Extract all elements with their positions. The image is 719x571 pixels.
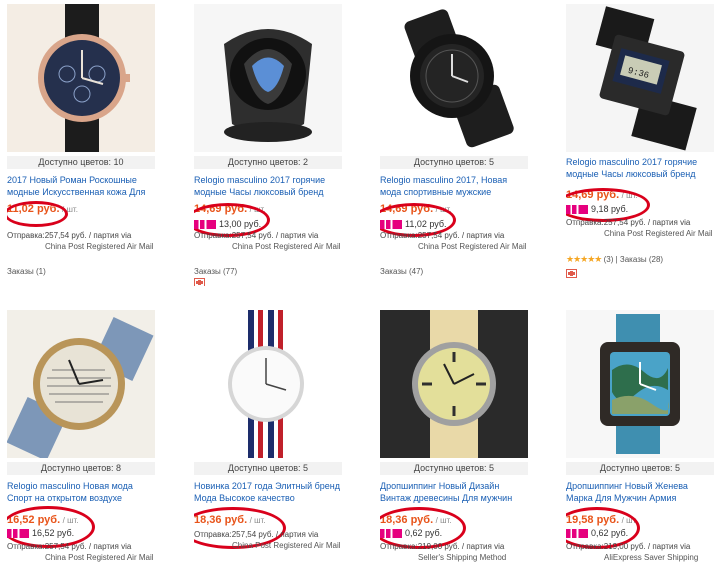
product-title[interactable]: Новинка 2017 года Элитный бренд Мода Выс… (194, 480, 344, 504)
sale-price: 16,52 руб. (32, 528, 75, 538)
shipping-cost: Отправка:257,54 руб. / партия via (566, 218, 691, 227)
price: 16,52 руб. (7, 514, 61, 526)
product-title[interactable]: Дропшиппинг Новый Женева Марка Для Мужчи… (566, 480, 716, 504)
sale-row: 9,18 руб. (566, 204, 628, 216)
sale-badge-icon (7, 529, 29, 539)
available-colors: Доступно цветов: 5 (566, 462, 714, 475)
shipping-cost: Отправка:257,54 руб. / партия via (194, 231, 319, 240)
price: 18,36 руб. (380, 514, 434, 526)
shipping-method: China Post Registered Air Mail (418, 242, 527, 251)
sale-badge-icon (566, 205, 588, 215)
sale-price: 0,62 руб. (405, 528, 443, 538)
price: 14,69 руб. (194, 203, 248, 215)
price-unit: / шт. (249, 205, 266, 214)
product-image[interactable] (380, 310, 528, 458)
product-card-7[interactable]: Доступно цветов: 5 Дропшиппинг Новый Диз… (380, 310, 550, 571)
product-card-5[interactable]: Доступно цветов: 8 Relogio masculino Нов… (7, 310, 177, 571)
product-card-1[interactable]: Доступно цветов: 10 2017 Новый Роман Рос… (7, 4, 177, 286)
product-title[interactable]: Relogio masculino 2017, Новая мода спорт… (380, 174, 530, 198)
shipping-cost: Отправка:257,54 руб. / партия via (7, 231, 132, 240)
product-card-3[interactable]: Доступно цветов: 5 Relogio masculino 201… (380, 4, 550, 286)
sale-price: 13,00 руб. (219, 219, 262, 229)
price-unit: / шт. (62, 205, 78, 214)
sale-badge-icon (380, 220, 402, 230)
orders-count[interactable]: ★★★★★ (3) | Заказы (28) (566, 254, 663, 265)
available-colors: Доступно цветов: 2 (194, 156, 342, 169)
price: 19,58 руб. (566, 514, 620, 526)
shipping-cost: Отправка:219,00 руб. / партия via (566, 542, 691, 551)
product-title[interactable]: Relogio masculino Новая мода Спорт на от… (7, 480, 157, 504)
shipping-method: China Post Registered Air Mail (232, 242, 341, 251)
sale-price: 0,62 руб. (591, 528, 629, 538)
product-image[interactable] (7, 4, 155, 152)
product-card-6[interactable]: Доступно цветов: 5 Новинка 2017 года Эли… (194, 310, 364, 571)
shipping-cost: Отправка:257,54 руб. / партия via (194, 530, 319, 539)
orders-count[interactable]: Заказы (47) (380, 266, 423, 277)
price-row: 14,69 руб. / шт. (380, 204, 452, 220)
rating-and-orders: (3) | Заказы (28) (603, 255, 664, 264)
product-image[interactable] (566, 310, 714, 458)
price-unit: / шт. (62, 516, 79, 525)
sale-row: 0,62 руб. (380, 528, 442, 540)
price: 14,69 руб. (380, 203, 434, 215)
sale-badge-icon (566, 529, 588, 539)
orders-count[interactable]: Заказы (1) (7, 266, 46, 277)
shipping-cost: Отправка:219,00 руб. / партия via (380, 542, 505, 551)
price: 18,36 руб. (194, 514, 248, 526)
shipping-method: AliExpress Saver Shipping (604, 553, 699, 562)
product-card-2[interactable]: Доступно цветов: 2 Relogio masculino 201… (194, 4, 364, 286)
available-colors: Доступно цветов: 5 (194, 462, 342, 475)
product-title[interactable]: Relogio masculino 2017 горячие модные Ча… (194, 174, 344, 198)
product-card-4[interactable]: 9:36 Relogio masculino 2017 горячие модн… (566, 4, 719, 294)
product-title[interactable]: Relogio masculino 2017 горячие модные Ча… (566, 156, 716, 180)
orders-count[interactable]: Заказы (77) (194, 266, 237, 277)
product-image[interactable] (194, 310, 342, 458)
sale-badge-icon (194, 220, 216, 230)
shipping-method: China Post Registered Air Mail (232, 541, 341, 550)
product-title[interactable]: Дропшиппинг Новый Дизайн Винтаж древесин… (380, 480, 530, 504)
sale-row: 0,62 руб. (566, 528, 628, 540)
product-image[interactable] (7, 310, 155, 458)
sale-row: 16,52 руб. (7, 528, 74, 540)
rating-stars-icon: ★★★★★ (566, 254, 602, 264)
available-colors: Доступно цветов: 5 (380, 462, 528, 475)
shipping-cost: Отправка:257,54 руб. / партия via (380, 231, 505, 240)
price-row: 11,02 руб. / шт. (7, 204, 78, 220)
available-colors: Доступно цветов: 10 (7, 156, 155, 169)
product-card-8[interactable]: Доступно цветов: 5 Дропшиппинг Новый Жен… (566, 310, 719, 571)
sale-badge-icon (380, 529, 402, 539)
product-image[interactable] (194, 4, 342, 152)
sale-price: 9,18 руб. (591, 204, 629, 214)
shipping-cost: Отправка:257,54 руб. / партия via (7, 542, 132, 551)
price-unit: / шт. (621, 191, 638, 200)
product-image[interactable]: 9:36 (566, 4, 714, 152)
available-colors: Доступно цветов: 8 (7, 462, 155, 475)
sale-price: 11,02 руб. (405, 219, 447, 229)
price-unit: / шт. (249, 516, 266, 525)
price-row: 14,69 руб. / шт. (194, 204, 266, 220)
flag-icon (566, 269, 577, 278)
price-unit: / шт. (435, 205, 452, 214)
shipping-method: China Post Registered Air Mail (45, 242, 154, 251)
product-image[interactable] (380, 4, 528, 152)
available-colors: Доступно цветов: 5 (380, 156, 528, 169)
price: 11,02 руб. (7, 203, 60, 215)
flag-icon (194, 278, 205, 286)
shipping-method: China Post Registered Air Mail (604, 229, 713, 238)
price-unit: / шт. (435, 516, 452, 525)
price-unit: / шт. (621, 516, 638, 525)
shipping-method: Seller's Shipping Method (418, 553, 507, 562)
product-title[interactable]: 2017 Новый Роман Роскошные модные Искусс… (7, 174, 157, 198)
shipping-method: China Post Registered Air Mail (45, 553, 154, 562)
price: 14,69 руб. (566, 189, 620, 201)
